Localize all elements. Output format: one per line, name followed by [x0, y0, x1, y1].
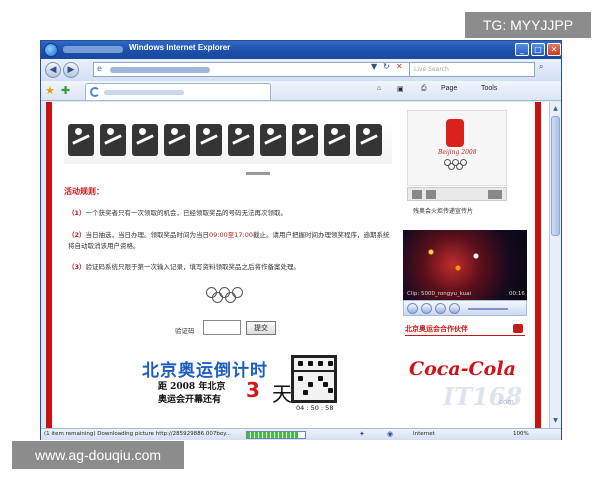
progress-fill: [247, 432, 300, 438]
security-zone: Internet: [413, 431, 435, 437]
strip-separator: [246, 172, 270, 175]
title-bar: Windows Internet Explorer _ □ ✕: [41, 41, 561, 59]
download-progress: [246, 431, 306, 439]
sidebar: Beijing 2008 残奥会火炬传递宣传片 Clip: 5000_rongy…: [403, 102, 535, 428]
rule-item: （2）当日抽选，当日办理。领取奖品时间为当日09:00至17:00截止。请用户把…: [68, 231, 390, 250]
ie-logo-icon: [44, 43, 58, 57]
command-bar: ★ ✚ ⌂ ▣ ⎙ Page Tools: [41, 81, 561, 101]
beijing-2008-logo[interactable]: Beijing 2008: [407, 110, 507, 186]
forward-arrow-icon[interactable]: ▶: [63, 62, 79, 78]
pictogram-icon: [100, 124, 126, 156]
status-message: (1 item remaining) Downloading picture h…: [44, 431, 231, 437]
stop-button[interactable]: [421, 303, 432, 314]
home-icon[interactable]: ⌂: [377, 85, 381, 92]
dropdown-icon[interactable]: ▼: [371, 62, 377, 71]
scroll-up-arrow-icon[interactable]: ▲: [551, 104, 560, 113]
blurred-url: [110, 67, 210, 73]
coca-cola-logo: Coca-Cola: [409, 358, 516, 380]
countdown-line-2: 奥运会开幕还有: [158, 395, 222, 405]
search-icon[interactable]: ⌕: [539, 62, 543, 72]
security-icon: ✦: [359, 430, 365, 438]
add-favorite-icon[interactable]: ✚: [61, 84, 70, 97]
countdown-days-number: 3: [246, 378, 260, 402]
beijing-logo-text: Beijing 2008: [438, 149, 477, 156]
rule-item: （3）验证码系统只限于第一次输入记录，填写资料领取奖品之后将作备案处理。: [68, 263, 301, 271]
partner-heading: 北京奥运会合作伙伴: [405, 324, 525, 336]
olympic-rings-icon: [206, 287, 246, 303]
rule-item: （1）一个获奖者只有一次领取的机会，已经领取奖品的号码无法再次领取。: [68, 209, 288, 217]
pictogram-icon: [292, 124, 318, 156]
pause-button[interactable]: [407, 303, 418, 314]
rules-heading: 活动规则：: [64, 187, 104, 196]
beijing-emblem-icon: [446, 119, 464, 147]
window-title: Windows Internet Explorer: [129, 43, 231, 52]
address-toolbar: ◀ ▶ e ▼ ↻ ✕ Live Search ⌕: [41, 59, 561, 81]
pictogram-icon: [356, 124, 382, 156]
scrollbar-thumb[interactable]: [551, 116, 560, 236]
verification-code-label: 验证码: [175, 327, 195, 335]
it168-watermark-suffix: com: [499, 398, 514, 406]
tg-watermark-badge: TG: MYYJJPP: [465, 12, 591, 38]
vertical-scrollbar[interactable]: ▲ ▼: [549, 102, 561, 428]
zone-globe-icon: ◉: [387, 430, 394, 438]
print-icon[interactable]: ⎙: [421, 85, 427, 93]
browser-tab[interactable]: [85, 83, 271, 100]
maximize-button[interactable]: □: [531, 43, 545, 56]
page-icon: e: [97, 64, 102, 73]
search-input[interactable]: Live Search: [409, 62, 535, 77]
pictogram-icon: [324, 124, 350, 156]
pictogram-icon: [164, 124, 190, 156]
pictogram-icon: [132, 124, 158, 156]
video-clip-label: Clip: 5000_rongyu_kuai: [407, 291, 472, 297]
close-button[interactable]: ✕: [547, 43, 561, 56]
it168-watermark: IT168: [443, 382, 523, 411]
play-icon[interactable]: [412, 190, 422, 199]
next-button[interactable]: [449, 303, 460, 314]
minimize-button[interactable]: _: [515, 43, 529, 56]
page-menu[interactable]: Page: [441, 85, 457, 92]
red-border-right: [535, 102, 541, 428]
zoom-level[interactable]: 100%: [513, 431, 529, 437]
red-border-left: [46, 102, 52, 428]
status-bar: (1 item remaining) Downloading picture h…: [41, 428, 561, 440]
flash-player-bar: [407, 187, 507, 201]
pictogram-icon: [196, 124, 222, 156]
page-viewport: 活动规则： （1）一个获奖者只有一次领取的机会，已经领取奖品的号码无法再次领取。…: [46, 102, 549, 428]
volume-slider[interactable]: [468, 308, 508, 310]
main-content: 活动规则： （1）一个获奖者只有一次领取的机会，已经领取奖品的号码无法再次领取。…: [58, 102, 398, 428]
ie-window: Windows Internet Explorer _ □ ✕ ◀ ▶ e ▼ …: [40, 40, 562, 440]
loading-spinner-icon: [90, 87, 100, 97]
pause-icon[interactable]: [426, 190, 436, 199]
pictogram-icon: [68, 124, 94, 156]
submit-button[interactable]: 提交: [246, 321, 276, 335]
media-controls: [403, 300, 527, 316]
video-time: 00:16: [509, 291, 525, 297]
partner-badge-icon: [513, 324, 523, 333]
back-arrow-icon[interactable]: ◀: [45, 62, 61, 78]
pictogram-icon: [260, 124, 286, 156]
blurred-tab-title: [104, 90, 184, 95]
feeds-icon[interactable]: ▣: [397, 85, 404, 93]
pictogram-icon: [228, 124, 254, 156]
previous-button[interactable]: [435, 303, 446, 314]
scroll-down-arrow-icon[interactable]: ▼: [551, 416, 560, 425]
favorites-star-icon[interactable]: ★: [45, 84, 55, 97]
video-promo-caption[interactable]: 残奥会火炬传递宣传片: [413, 206, 473, 215]
countdown-clock: 04 : 50 : 58: [296, 404, 334, 412]
coca-cola-ad[interactable]: Coca-Cola IT168 com: [403, 342, 527, 428]
site-url-badge: www.ag-douqiu.com: [12, 441, 184, 469]
countdown-day-unit: 天: [272, 382, 292, 406]
stop-icon[interactable]: ✕: [396, 62, 403, 71]
fireworks-video[interactable]: [403, 230, 527, 300]
blurred-page-title: [63, 46, 123, 53]
tools-menu[interactable]: Tools: [481, 85, 497, 92]
olympic-rings-icon: [444, 159, 474, 171]
verification-code-input[interactable]: [203, 320, 241, 335]
abacus-icon: [291, 355, 337, 403]
countdown-line-1: 距 2008 年北京: [158, 382, 226, 392]
sports-pictogram-strip: [64, 120, 392, 164]
volume-icon[interactable]: [488, 190, 502, 199]
refresh-icon[interactable]: ↻: [383, 62, 390, 71]
